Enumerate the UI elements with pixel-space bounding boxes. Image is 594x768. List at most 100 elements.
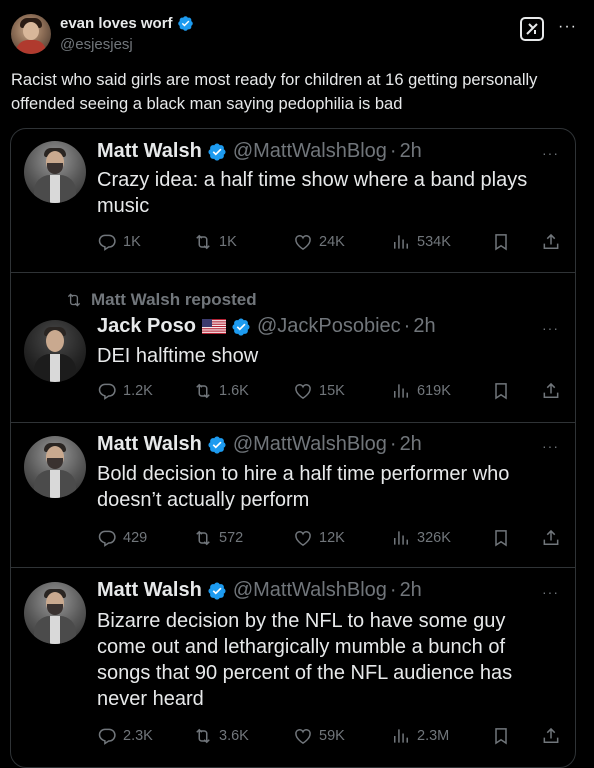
- share-icon: [541, 381, 561, 401]
- share-button[interactable]: [541, 232, 561, 252]
- views-button[interactable]: 2.3M: [391, 726, 449, 746]
- share-icon: [541, 528, 561, 548]
- bookmark-button[interactable]: [491, 232, 511, 252]
- like-count: 59K: [319, 728, 345, 744]
- verified-badge-icon: [207, 435, 227, 455]
- bookmark-button[interactable]: [491, 528, 511, 548]
- avatar[interactable]: [24, 141, 86, 203]
- tweet-author-handle[interactable]: @MattWalshBlog: [233, 433, 387, 456]
- reply-count: 1K: [123, 234, 141, 250]
- views-count: 2.3M: [417, 728, 450, 744]
- views-button[interactable]: 619K: [391, 381, 451, 401]
- like-icon: [293, 381, 313, 401]
- post-header: evan loves worf @esjesjesj ···: [11, 12, 586, 60]
- share-icon: [541, 726, 561, 746]
- separator: ·: [389, 433, 397, 455]
- tweet-author-handle[interactable]: @MattWalshBlog: [233, 579, 387, 602]
- views-button[interactable]: 326K: [391, 528, 451, 548]
- repost-label-text[interactable]: Matt Walsh reposted: [91, 290, 257, 310]
- tweet-header: Matt Walsh @MattWalshBlog · 2h: [97, 579, 422, 602]
- author-avatar[interactable]: [11, 14, 51, 54]
- reply-count: 429: [123, 530, 148, 546]
- us-flag-icon: [202, 319, 226, 334]
- verified-badge-icon: [177, 15, 194, 32]
- reply-count: 2.3K: [123, 728, 153, 744]
- like-button[interactable]: 59K: [293, 726, 345, 746]
- quoted-tweet[interactable]: Matt Walsh @MattWalshBlog · 2h ··· Crazy…: [11, 129, 575, 273]
- tweet-text: DEI halftime show: [97, 345, 259, 367]
- repost-button[interactable]: 3.6K: [193, 726, 249, 746]
- repost-icon: [65, 291, 83, 309]
- avatar[interactable]: [24, 436, 86, 498]
- repost-count: 572: [219, 530, 244, 546]
- tweet-text: Bold decision to hire a half time perfor…: [97, 463, 510, 511]
- tweet-author-name[interactable]: Matt Walsh: [97, 140, 202, 163]
- repost-button[interactable]: 572: [193, 528, 243, 548]
- author-name[interactable]: evan loves worf: [60, 15, 173, 32]
- grok-icon[interactable]: [520, 17, 544, 41]
- avatar[interactable]: [24, 320, 86, 382]
- tweet-time[interactable]: 2h: [400, 433, 422, 456]
- like-icon: [293, 528, 313, 548]
- tweet-author-name[interactable]: Matt Walsh: [97, 579, 202, 602]
- views-icon: [391, 528, 411, 548]
- like-icon: [293, 726, 313, 746]
- avatar[interactable]: [24, 582, 86, 644]
- separator: ·: [389, 579, 397, 601]
- repost-icon: [193, 528, 213, 548]
- tweet-author-handle[interactable]: @JackPosobiec: [257, 315, 401, 338]
- repost-count: 1.6K: [219, 383, 249, 399]
- author-handle[interactable]: @esjesjesj: [60, 36, 133, 53]
- like-button[interactable]: 15K: [293, 381, 345, 401]
- views-count: 619K: [417, 383, 451, 399]
- share-button[interactable]: [541, 381, 561, 401]
- bookmark-icon: [491, 528, 511, 548]
- more-icon[interactable]: ···: [542, 320, 559, 336]
- share-button[interactable]: [541, 726, 561, 746]
- tweet-time[interactable]: 2h: [400, 140, 422, 163]
- like-button[interactable]: 12K: [293, 528, 345, 548]
- views-count: 534K: [417, 234, 451, 250]
- reply-button[interactable]: 1.2K: [97, 381, 153, 401]
- more-icon[interactable]: ···: [542, 584, 559, 600]
- tweet-author-name[interactable]: Jack Poso: [97, 315, 196, 338]
- tweet-author-handle[interactable]: @MattWalshBlog: [233, 140, 387, 163]
- tweet-text: Crazy idea: a half time show where a ban…: [97, 169, 528, 217]
- repost-button[interactable]: 1.6K: [193, 381, 249, 401]
- bookmark-icon: [491, 726, 511, 746]
- repost-count: 3.6K: [219, 728, 249, 744]
- tweet-time[interactable]: 2h: [400, 579, 422, 602]
- reply-button[interactable]: 429: [97, 528, 147, 548]
- views-button[interactable]: 534K: [391, 232, 451, 252]
- quoted-tweet[interactable]: Matt Walsh reposted Jack Poso @JackPosob…: [11, 272, 575, 423]
- reply-button[interactable]: 1K: [97, 232, 141, 252]
- like-count: 24K: [319, 234, 345, 250]
- tweet-time[interactable]: 2h: [413, 315, 435, 338]
- bookmark-icon: [491, 381, 511, 401]
- quoted-tweet[interactable]: Matt Walsh @MattWalshBlog · 2h ··· Bold …: [11, 422, 575, 568]
- tweet-author-name[interactable]: Matt Walsh: [97, 433, 202, 456]
- quoted-tweet[interactable]: Matt Walsh @MattWalshBlog · 2h ··· Bizar…: [11, 567, 575, 767]
- repost-icon: [193, 726, 213, 746]
- repost-button[interactable]: 1K: [193, 232, 237, 252]
- share-button[interactable]: [541, 528, 561, 548]
- bookmark-button[interactable]: [491, 726, 511, 746]
- reply-icon: [97, 726, 117, 746]
- repost-label: Matt Walsh reposted: [65, 290, 257, 310]
- quoted-tweets-card[interactable]: Matt Walsh @MattWalshBlog · 2h ··· Crazy…: [10, 128, 576, 768]
- like-count: 12K: [319, 530, 345, 546]
- verified-badge-icon: [207, 581, 227, 601]
- author-name-row: evan loves worf: [60, 15, 194, 32]
- like-button[interactable]: 24K: [293, 232, 345, 252]
- reply-button[interactable]: 2.3K: [97, 726, 153, 746]
- tweet-actions: 1.2K 1.6K 15K 619K: [97, 381, 563, 403]
- more-icon[interactable]: ···: [542, 438, 559, 454]
- reply-icon: [97, 381, 117, 401]
- more-icon[interactable]: ···: [542, 145, 559, 161]
- repost-icon: [193, 232, 213, 252]
- verified-badge-icon: [207, 142, 227, 162]
- bookmark-button[interactable]: [491, 381, 511, 401]
- tweet-header: Jack Poso @JackPosobiec · 2h: [97, 315, 436, 338]
- like-count: 15K: [319, 383, 345, 399]
- more-icon[interactable]: ···: [558, 18, 577, 36]
